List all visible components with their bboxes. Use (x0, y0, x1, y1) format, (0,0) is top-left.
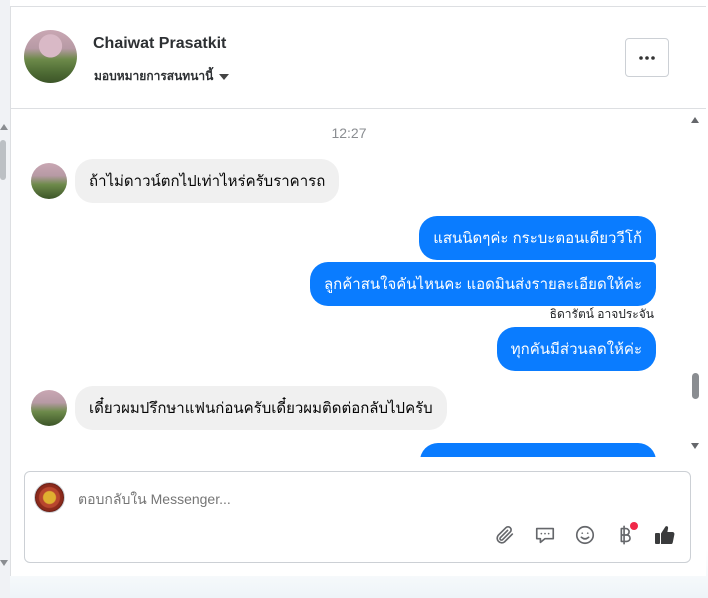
conversation-header: Chaiwat Prasatkit มอบหมายการสนทนานี้ (11, 7, 706, 109)
message-bubble-incoming[interactable]: ถ้าไม่ดาวน์ตกไปเท่าไหร่ครับราคารถ (75, 159, 340, 203)
message-row-outgoing: แสนนิดๆค่ะ กระบะตอนเดียววีโก้ (419, 216, 656, 260)
thread-scroll-down-arrow[interactable] (691, 443, 699, 449)
message-row-outgoing: ทุกคันมีส่วนลดให้ค่ะ (496, 327, 656, 371)
message-thread: 12:27 ถ้าไม่ดาวน์ตกไปเท่าไหร่ครับราคารถ … (11, 109, 687, 457)
thread-scroll-up-arrow[interactable] (691, 117, 699, 123)
thread-scrollbar-thumb[interactable] (692, 373, 699, 399)
more-options-button[interactable] (625, 38, 669, 77)
contact-avatar-small[interactable] (31, 390, 67, 426)
page-avatar (34, 482, 65, 513)
contact-avatar[interactable] (24, 30, 77, 83)
message-timestamp: 12:27 (331, 125, 367, 141)
composer-toolbar (492, 522, 678, 548)
reply-composer (24, 471, 691, 563)
sender-name-label: ธิดารัตน์ อาจประจัน (549, 307, 654, 321)
message-row-outgoing: ลูกค้าสนใจคันไหนคะ แอดมินส่งรายละเอียดให… (309, 262, 656, 306)
message-bubble-outgoing-clipped[interactable] (420, 443, 656, 457)
left-scroll-up-arrow[interactable] (0, 124, 8, 130)
conversation-panel: Chaiwat Prasatkit มอบหมายการสนทนานี้ 12:… (10, 6, 706, 576)
like-icon[interactable] (652, 522, 678, 548)
left-gutter (0, 0, 10, 598)
contact-avatar-small[interactable] (31, 163, 67, 199)
caret-down-icon (219, 73, 230, 80)
message-bubble-incoming[interactable]: เดี๋ยวผมปรึกษาแฟนก่อนครับเดี๋ยวผมติดต่อก… (75, 386, 447, 430)
more-dots-icon (639, 55, 655, 60)
message-bubble-outgoing[interactable]: ลูกค้าสนใจคันไหนคะ แอดมินส่งรายละเอียดให… (309, 262, 656, 306)
assign-conversation-label: มอบหมายการสนทนานี้ (94, 69, 214, 83)
left-scroll-down-arrow[interactable] (0, 560, 8, 566)
attachment-icon[interactable] (492, 522, 518, 548)
message-row-incoming: เดี๋ยวผมปรึกษาแฟนก่อนครับเดี๋ยวผมติดต่อก… (31, 386, 447, 430)
left-scrollbar-thumb[interactable] (0, 140, 6, 180)
reply-input[interactable] (78, 491, 638, 507)
message-row-incoming: ถ้าไม่ดาวน์ตกไปเท่าไหร่ครับราคารถ (31, 159, 340, 203)
payment-icon[interactable] (612, 522, 638, 548)
message-row-outgoing-partial (420, 443, 656, 457)
message-bubble-outgoing[interactable]: ทุกคันมีส่วนลดให้ค่ะ (496, 327, 656, 371)
notification-dot (630, 522, 638, 530)
assign-conversation-dropdown[interactable]: มอบหมายการสนทนานี้ (94, 67, 230, 86)
message-bubble-outgoing[interactable]: แสนนิดๆค่ะ กระบะตอนเดียววีโก้ (419, 216, 656, 260)
emoji-icon[interactable] (572, 522, 598, 548)
saved-reply-icon[interactable] (532, 522, 558, 548)
contact-name[interactable]: Chaiwat Prasatkit (93, 35, 226, 53)
